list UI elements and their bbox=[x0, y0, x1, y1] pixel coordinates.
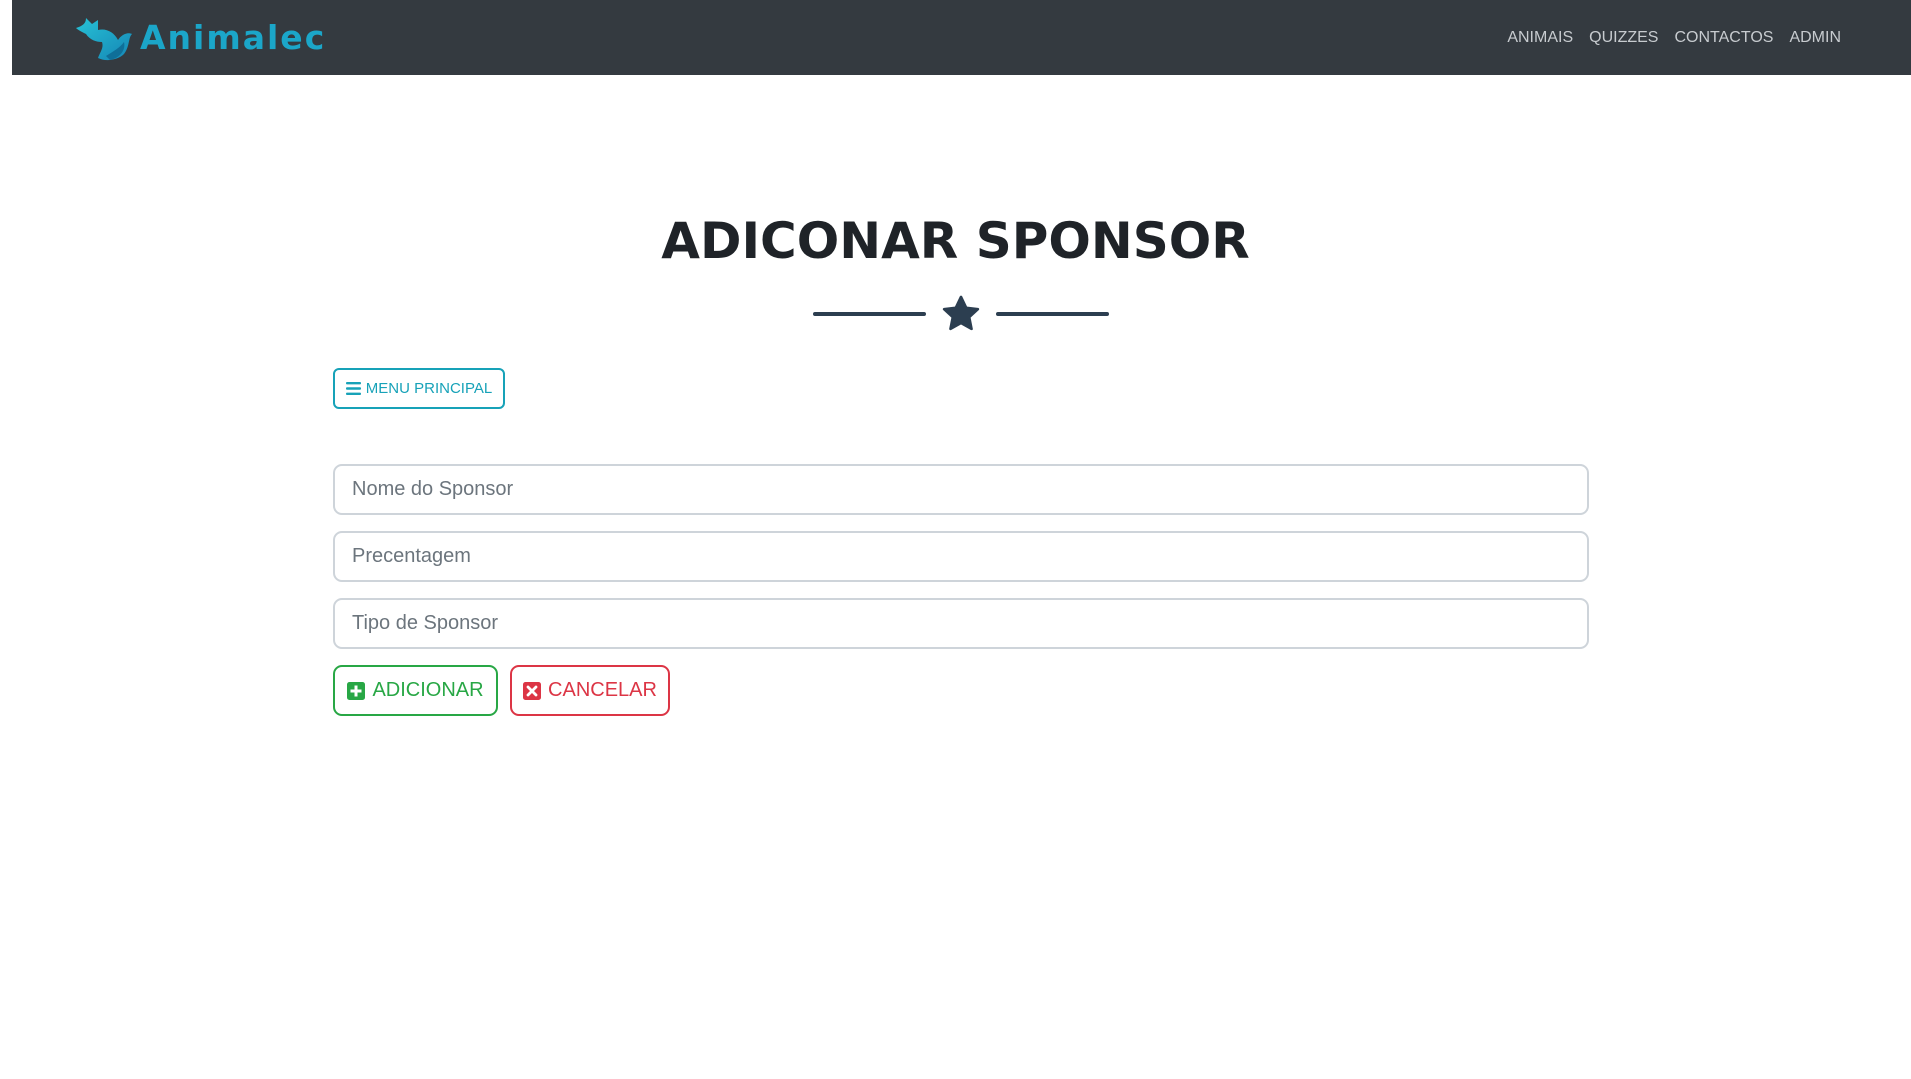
nav-link-animais[interactable]: ANIMAIS bbox=[1507, 29, 1573, 47]
cancel-button-label: CANCELAR bbox=[548, 679, 657, 701]
page-title: ADICONAR SPONSOR bbox=[661, 212, 1250, 270]
percentage-input[interactable] bbox=[333, 531, 1589, 582]
divider-line-right bbox=[996, 312, 1109, 316]
main-menu-button[interactable]: MENU PRINCIPAL bbox=[333, 368, 505, 409]
title-divider bbox=[813, 294, 1109, 336]
bars-icon bbox=[345, 382, 361, 395]
fox-logo-icon bbox=[76, 18, 132, 61]
divider-line-left bbox=[813, 312, 926, 316]
sponsor-name-input[interactable] bbox=[333, 464, 1589, 515]
star-icon bbox=[942, 295, 980, 331]
navbar: Animalec ANIMAIS QUIZZES CONTACTOS ADMIN bbox=[12, 0, 1911, 75]
add-button-label: ADICIONAR bbox=[372, 679, 484, 701]
add-sponsor-form: ADICIONAR CANCELAR bbox=[333, 464, 1589, 716]
add-button[interactable]: ADICIONAR bbox=[333, 665, 498, 716]
nav-link-quizzes[interactable]: QUIZZES bbox=[1589, 29, 1658, 47]
main-menu-label: MENU PRINCIPAL bbox=[365, 380, 493, 397]
cancel-button[interactable]: CANCELAR bbox=[510, 665, 670, 716]
form-actions: ADICIONAR CANCELAR bbox=[333, 665, 1589, 716]
main-nav: ANIMAIS QUIZZES CONTACTOS ADMIN bbox=[1507, 0, 1841, 75]
plus-square-icon bbox=[347, 681, 366, 700]
brand-name: Animalec bbox=[140, 17, 327, 57]
nav-link-admin[interactable]: ADMIN bbox=[1789, 29, 1841, 47]
brand-link[interactable]: Animalec bbox=[76, 12, 326, 62]
sponsor-type-input[interactable] bbox=[333, 598, 1589, 649]
times-square-icon bbox=[523, 681, 542, 700]
nav-link-contactos[interactable]: CONTACTOS bbox=[1674, 29, 1773, 47]
